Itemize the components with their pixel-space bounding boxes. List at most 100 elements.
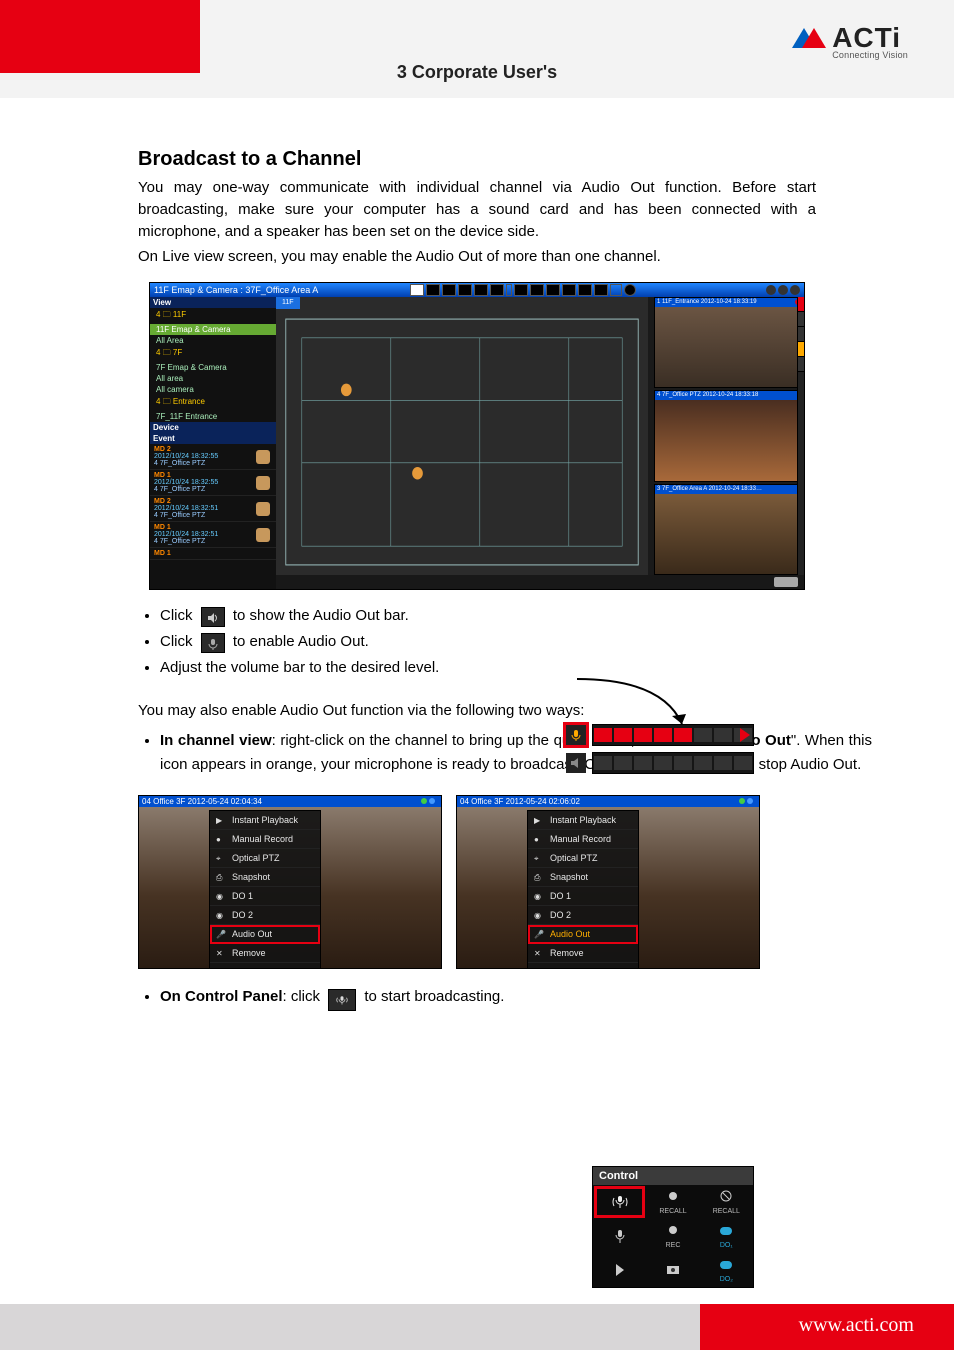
event-row[interactable]: MD 22012/10/24 18:32:554 7F_Office PTZ xyxy=(150,444,276,470)
tree-row[interactable]: All camera xyxy=(150,384,276,395)
tree-row[interactable]: 7F Emap & Camera xyxy=(150,362,276,373)
svg-text:⌖: ⌖ xyxy=(534,854,539,863)
emap-panel[interactable]: 11F xyxy=(276,297,648,575)
sidebar[interactable]: View 4 🗀 11F 11F Emap & Camera All Area4… xyxy=(150,297,276,589)
svg-text:⎙: ⎙ xyxy=(216,873,223,882)
camera-thumb-3[interactable]: 3 7F_Office Area A 2012-10-24 18:33… xyxy=(654,484,804,575)
sidebar-section-device: Device xyxy=(150,422,276,433)
list-item: Click to show the Audio Out bar. xyxy=(160,604,872,628)
ctrl-do1-button[interactable]: DO₁ xyxy=(700,1219,753,1253)
figure-nvr-live-view: 11F Emap & Camera : 37F_Office Area A Vi… xyxy=(149,282,805,590)
list-item: Click to enable Audio Out. xyxy=(160,630,872,654)
ctrl-play-button[interactable] xyxy=(593,1253,646,1287)
menu-item[interactable]: ⌖Optical PTZ xyxy=(528,849,638,868)
menu-item[interactable]: ⎙Snapshot xyxy=(210,868,320,887)
bullet-list-2: In channel view: right-click on the chan… xyxy=(160,729,872,777)
menu-item[interactable]: ◉DO 1 xyxy=(210,887,320,906)
menu-item[interactable]: ⎙Snapshot xyxy=(528,868,638,887)
floor-plan xyxy=(284,317,640,567)
audio-out-toggle-icon[interactable] xyxy=(566,725,586,745)
menu-item[interactable]: ●Manual Record xyxy=(528,830,638,849)
mic-broadcast-icon[interactable] xyxy=(328,989,356,1011)
audio-out-disabled-icon[interactable] xyxy=(566,753,586,773)
list-item: In channel view: right-click on the chan… xyxy=(160,729,872,777)
toolbar-right[interactable] xyxy=(766,283,800,297)
menu-item[interactable]: ⌖Optical PTZ xyxy=(210,849,320,868)
mic-muted-icon[interactable] xyxy=(201,633,225,653)
svg-text:▣: ▣ xyxy=(534,968,542,969)
brand-text: ACTi xyxy=(832,22,901,53)
control-panel: Control RECALL RECALL REC DO₁ DO₂ xyxy=(592,1166,754,1288)
tree-row[interactable]: 4 🗀 7F xyxy=(150,346,276,362)
tree-row[interactable]: 4 🗀 11F xyxy=(150,308,276,324)
menu-item[interactable]: ◉DO 2 xyxy=(210,906,320,925)
event-row[interactable]: MD 1 xyxy=(150,548,276,560)
bullet-list-1: Click to show the Audio Out bar. Click t… xyxy=(160,604,872,680)
svg-text:⌖: ⌖ xyxy=(216,854,221,863)
tree-row[interactable]: 7F_11F Entrance xyxy=(150,411,276,422)
menu-item[interactable]: ▶Instant Playback xyxy=(210,811,320,830)
emap-tab[interactable]: 11F xyxy=(276,297,300,309)
context-panel-left: 04 Office 3F 2012-05-24 02:04:34 ▶Instan… xyxy=(138,795,442,969)
ctrl-mic-button[interactable] xyxy=(593,1219,646,1253)
page-title: 3 Corporate User's xyxy=(397,62,557,83)
tree-row[interactable]: All Area xyxy=(150,335,276,346)
camera-thumb-2[interactable]: 4 7F_Office PTZ 2012-10-24 18:33:18 xyxy=(654,390,804,481)
volume-bar-active[interactable] xyxy=(592,724,754,746)
menu-item[interactable]: ▣Default Hotspot xyxy=(210,963,320,969)
side-rail[interactable] xyxy=(797,297,804,575)
menu-item[interactable]: 🎤Audio Out xyxy=(210,925,320,944)
event-row[interactable]: MD 12012/10/24 18:32:554 7F_Office PTZ xyxy=(150,470,276,496)
tree-row[interactable]: 11F Emap & Camera xyxy=(150,324,276,335)
tree-row[interactable]: All area xyxy=(150,373,276,384)
ctrl-recall-stop-button[interactable]: RECALL xyxy=(700,1185,753,1219)
brand-tagline: Connecting Vision xyxy=(832,50,908,60)
menu-item[interactable]: ✕Remove xyxy=(210,944,320,963)
context-menu[interactable]: ▶Instant Playback●Manual Record⌖Optical … xyxy=(527,810,639,969)
zoom-slider[interactable] xyxy=(774,577,798,587)
ctrl-rec-button[interactable]: REC xyxy=(646,1219,699,1253)
camera-thumbs[interactable]: 1 11F_Entrance 2012-10-24 18:33:19 4 7F_… xyxy=(654,297,804,575)
event-row[interactable]: MD 12012/10/24 18:32:514 7F_Office PTZ xyxy=(150,522,276,548)
speaker-icon[interactable] xyxy=(201,607,225,627)
svg-text:✕: ✕ xyxy=(534,949,541,958)
layout-toolbar[interactable] xyxy=(410,283,636,297)
svg-text:▶: ▶ xyxy=(216,816,223,825)
ptz-footer[interactable] xyxy=(276,575,804,589)
footer-url: www.acti.com xyxy=(799,1314,914,1337)
menu-item[interactable]: ▶Instant Playback xyxy=(528,811,638,830)
menu-item[interactable]: ✕Remove xyxy=(528,944,638,963)
page-footer: www.acti.com xyxy=(0,1304,954,1350)
svg-text:◉: ◉ xyxy=(534,892,541,901)
list-item: On Control Panel: click to start broadca… xyxy=(160,985,872,1011)
ctrl-recall-button[interactable]: RECALL xyxy=(646,1185,699,1219)
brand-logo: ACTi Connecting Vision xyxy=(792,22,908,60)
context-menu[interactable]: ▶Instant Playback●Manual Record⌖Optical … xyxy=(209,810,321,969)
list-item: Adjust the volume bar to the desired lev… xyxy=(160,656,872,680)
ctrl-snapshot-button[interactable] xyxy=(646,1253,699,1287)
status-dots xyxy=(739,798,753,804)
menu-item[interactable]: ▣Default Hotspot xyxy=(528,963,638,969)
intro-para-2: On Live view screen, you may enable the … xyxy=(138,246,816,268)
camera-thumb-1[interactable]: 1 11F_Entrance 2012-10-24 18:33:19 xyxy=(654,297,804,388)
event-row[interactable]: MD 22012/10/24 18:32:514 7F_Office PTZ xyxy=(150,496,276,522)
ctrl-do2-button[interactable]: DO₂ xyxy=(700,1253,753,1287)
svg-text:▶: ▶ xyxy=(534,816,541,825)
svg-text:🎤: 🎤 xyxy=(534,929,544,939)
cam-title: 04 Office 3F 2012-05-24 02:06:02 xyxy=(457,796,759,807)
menu-item[interactable]: ◉DO 2 xyxy=(528,906,638,925)
sidebar-section-event: Event xyxy=(150,433,276,444)
context-panel-right: 04 Office 3F 2012-05-24 02:06:02 ▶Instan… xyxy=(456,795,760,969)
bullet-list-3: On Control Panel: click to start broadca… xyxy=(160,985,872,1011)
menu-item[interactable]: ●Manual Record xyxy=(210,830,320,849)
status-dots xyxy=(421,798,435,804)
tree-row[interactable]: 4 🗀 Entrance xyxy=(150,395,276,411)
volume-bar-muted[interactable] xyxy=(592,752,754,774)
menu-item[interactable]: 🎤Audio Out xyxy=(528,925,638,944)
svg-text:▣: ▣ xyxy=(216,968,224,969)
audio-out-bar xyxy=(566,724,754,776)
ctrl-broadcast-button[interactable] xyxy=(593,1185,646,1219)
menu-item[interactable]: ◉DO 1 xyxy=(528,887,638,906)
svg-text:◉: ◉ xyxy=(216,911,223,920)
svg-text:●: ● xyxy=(216,835,221,844)
